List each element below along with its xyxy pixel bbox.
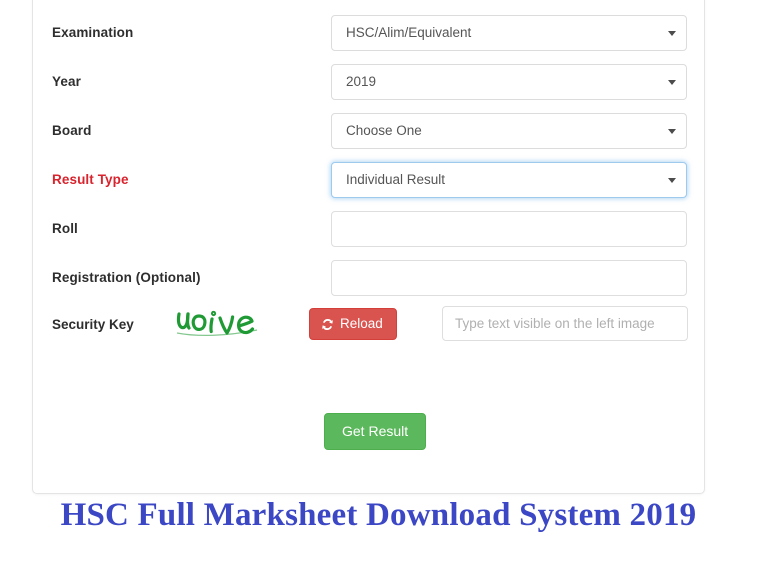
control-board: Choose One	[331, 113, 687, 149]
label-examination: Examination	[52, 25, 134, 40]
refresh-icon	[321, 318, 334, 331]
get-result-button[interactable]: Get Result	[324, 413, 427, 450]
select-examination[interactable]: HSC/Alim/Equivalent	[331, 15, 687, 51]
select-year[interactable]: 2019	[331, 64, 687, 100]
chevron-down-icon	[668, 178, 676, 183]
form-row-security-key: Security Key Reload Type text visible on…	[33, 305, 704, 345]
security-key-input[interactable]	[442, 306, 688, 341]
chevron-down-icon	[668, 31, 676, 36]
form-row-roll: Roll	[33, 211, 704, 247]
label-result-type: Result Type	[52, 172, 129, 187]
form-row-result-type: Result Type Individual Result	[33, 162, 704, 198]
form-row-examination: Examination HSC/Alim/Equivalent	[33, 15, 704, 51]
chevron-down-icon	[668, 80, 676, 85]
select-board[interactable]: Choose One	[331, 113, 687, 149]
chevron-down-icon	[668, 129, 676, 134]
control-year: 2019	[331, 64, 687, 100]
form-row-board: Board Choose One	[33, 113, 704, 149]
reload-button-label: Reload	[340, 316, 383, 332]
page-root: Examination HSC/Alim/Equivalent Year 201…	[0, 0, 757, 570]
select-result-type-value: Individual Result	[346, 172, 446, 187]
result-form-card: Examination HSC/Alim/Equivalent Year 201…	[32, 0, 705, 494]
control-roll	[331, 211, 687, 247]
label-roll: Roll	[52, 221, 78, 236]
label-year: Year	[52, 74, 81, 89]
select-year-value: 2019	[346, 74, 377, 89]
label-security-key: Security Key	[52, 317, 134, 332]
control-result-type: Individual Result	[331, 162, 687, 198]
reload-captcha-button[interactable]: Reload	[309, 308, 397, 340]
roll-input[interactable]	[331, 211, 687, 247]
select-result-type[interactable]: Individual Result	[331, 162, 687, 198]
control-examination: HSC/Alim/Equivalent	[331, 15, 687, 51]
page-heading: HSC Full Marksheet Download System 2019	[60, 497, 697, 533]
label-registration: Registration (Optional)	[52, 270, 201, 285]
form-row-year: Year 2019	[33, 64, 704, 100]
result-form: Examination HSC/Alim/Equivalent Year 201…	[33, 0, 704, 493]
control-registration	[331, 260, 687, 296]
label-board: Board	[52, 123, 92, 138]
captcha-image	[173, 303, 281, 347]
form-row-registration: Registration (Optional)	[33, 260, 704, 296]
select-board-value: Choose One	[346, 123, 422, 138]
captcha-input-wrap	[442, 306, 688, 341]
registration-input[interactable]	[331, 260, 687, 296]
select-examination-value: HSC/Alim/Equivalent	[346, 25, 472, 40]
